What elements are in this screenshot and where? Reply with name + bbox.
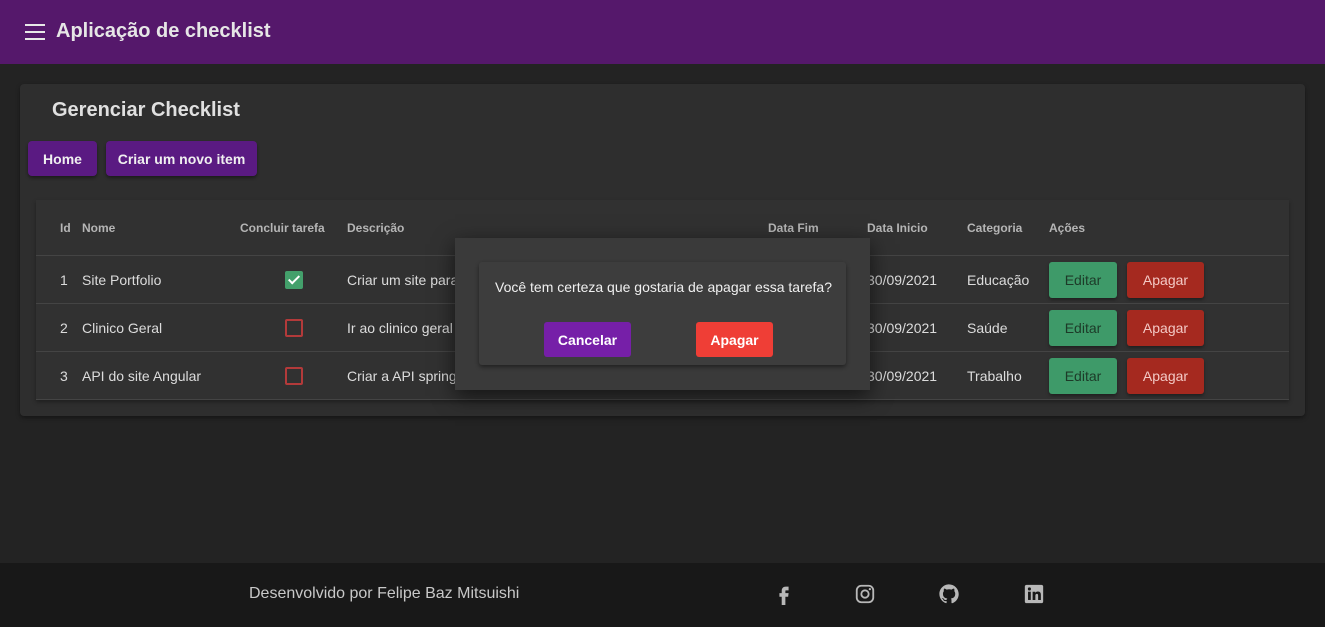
- row-description: Criar um site para: [347, 272, 459, 288]
- header-description: Descrição: [347, 221, 405, 235]
- complete-checkbox[interactable]: [285, 319, 303, 337]
- delete-button[interactable]: Apagar: [1127, 358, 1204, 394]
- complete-checkbox[interactable]: [285, 367, 303, 385]
- menu-icon[interactable]: [25, 24, 45, 40]
- edit-button[interactable]: Editar: [1049, 262, 1117, 298]
- header-actions: Ações: [1049, 221, 1086, 235]
- row-category: Educação: [967, 272, 1030, 288]
- row-name: Site Portfolio: [82, 272, 162, 288]
- row-divider: [36, 399, 1289, 400]
- cancel-button[interactable]: Cancelar: [544, 322, 631, 357]
- row-category: Trabalho: [967, 368, 1022, 384]
- row-name: Clinico Geral: [82, 320, 163, 336]
- row-id: 1: [60, 272, 68, 288]
- instagram-icon[interactable]: [854, 583, 876, 605]
- row-start-date: 30/09/2021: [867, 368, 938, 384]
- footer: [0, 563, 1325, 627]
- edit-button[interactable]: Editar: [1049, 358, 1117, 394]
- header-category: Categoria: [967, 221, 1023, 235]
- row-description: Criar a API spring: [347, 368, 457, 384]
- row-id: 3: [60, 368, 68, 384]
- header-start-date: Data Inicio: [867, 221, 928, 235]
- top-toolbar: Aplicação de checklist: [0, 0, 1325, 64]
- row-start-date: 30/09/2021: [867, 272, 938, 288]
- app-title: Aplicação de checklist: [56, 20, 271, 42]
- row-description: Ir ao clinico geral: [347, 320, 453, 336]
- row-category: Saúde: [967, 320, 1008, 336]
- delete-button[interactable]: Apagar: [1127, 310, 1204, 346]
- home-button[interactable]: Home: [28, 141, 97, 176]
- facebook-icon[interactable]: [773, 583, 795, 605]
- new-item-button[interactable]: Criar um novo item: [106, 141, 257, 176]
- dialog-content: [479, 262, 846, 365]
- edit-button[interactable]: Editar: [1049, 310, 1117, 346]
- header-id: Id: [60, 221, 71, 235]
- github-icon[interactable]: [938, 583, 960, 605]
- header-end-date: Data Fim: [768, 221, 819, 235]
- dialog-message: Você tem certeza que gostaria de apagar …: [495, 279, 832, 295]
- complete-checkbox[interactable]: [285, 271, 303, 289]
- row-id: 2: [60, 320, 68, 336]
- confirm-delete-button[interactable]: Apagar: [696, 322, 773, 357]
- linkedin-icon[interactable]: [1023, 583, 1045, 605]
- delete-button[interactable]: Apagar: [1127, 262, 1204, 298]
- row-start-date: 30/09/2021: [867, 320, 938, 336]
- row-name: API do site Angular: [82, 368, 202, 384]
- footer-credit: Desenvolvido por Felipe Baz Mitsuishi: [249, 585, 520, 602]
- page-title: Gerenciar Checklist: [52, 99, 240, 121]
- header-name: Nome: [82, 221, 116, 235]
- header-complete: Concluir tarefa: [240, 221, 325, 235]
